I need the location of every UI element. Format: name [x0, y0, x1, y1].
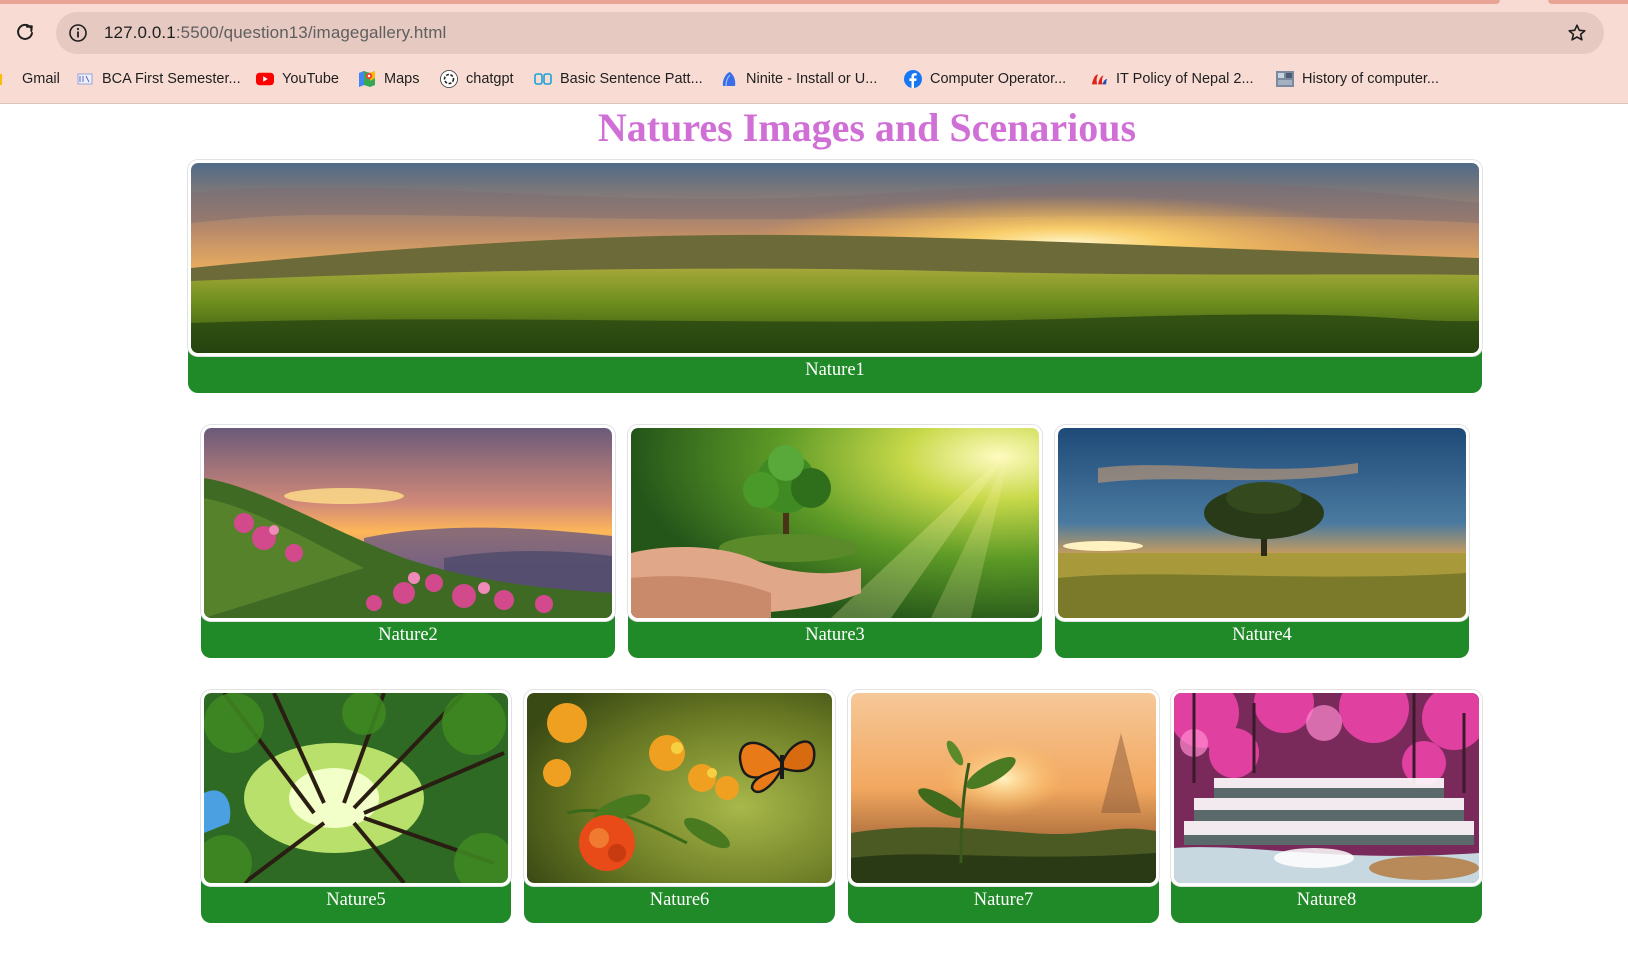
reload-icon[interactable]: [12, 19, 38, 45]
tea-sprout-sunset-image: [851, 693, 1156, 883]
bookmark-maps[interactable]: Maps: [358, 64, 419, 94]
bookmark-label: Computer Operator...: [930, 71, 1067, 87]
bookmark-label: Basic Sentence Patt...: [560, 71, 703, 87]
pink-forest-waterfall-image: [1174, 693, 1479, 883]
history-icon: [1276, 70, 1294, 88]
url-host: 127.0.0.1: [104, 23, 176, 42]
gallery-card-nature5[interactable]: Nature5: [201, 690, 511, 923]
address-bar[interactable]: 127.0.0.1:5500/question13/imagegallery.h…: [56, 12, 1604, 54]
chatgpt-icon: [440, 70, 458, 88]
it-policy-icon: [1090, 70, 1108, 88]
tree-in-hands-image: [631, 428, 1039, 618]
url-path: :5500/question13/imagegallery.html: [175, 23, 447, 42]
bookmark-label: YouTube: [282, 71, 339, 87]
bookmark-gmail[interactable]: Gmail: [0, 64, 60, 94]
bookmark-sentence[interactable]: Basic Sentence Patt...: [534, 64, 703, 94]
gallery-image[interactable]: [848, 690, 1159, 886]
page-title: Natures Images and Scenarious: [597, 105, 1137, 150]
tab-strip-edge-right: [1548, 0, 1628, 4]
ninite-icon: [720, 70, 738, 88]
bookmark-it-policy[interactable]: IT Policy of Nepal 2...: [1090, 64, 1254, 94]
mountain-flowers-sunset-image: [204, 428, 612, 618]
lone-tree-field-image: [1058, 428, 1466, 618]
browser-chrome: 127.0.0.1:5500/question13/imagegallery.h…: [0, 0, 1628, 104]
bookmark-star-icon[interactable]: [1566, 22, 1588, 44]
bookmark-computer-operator[interactable]: Computer Operator...: [904, 64, 1066, 94]
bookmark-bca[interactable]: BCA First Semester...: [76, 64, 241, 94]
maps-icon: [358, 70, 376, 88]
url-text[interactable]: 127.0.0.1:5500/question13/imagegallery.h…: [104, 23, 446, 43]
gmail-icon: [0, 70, 14, 88]
gallery-card-nature8[interactable]: Nature8: [1171, 690, 1482, 923]
gallery-image[interactable]: [201, 690, 511, 886]
gallery-card-nature2[interactable]: Nature2: [201, 425, 615, 658]
site-info-icon[interactable]: [66, 21, 90, 45]
gallery-card-nature7[interactable]: Nature7: [848, 690, 1159, 923]
bookmark-label: BCA First Semester...: [102, 71, 241, 87]
bookmark-label: IT Policy of Nepal 2...: [1116, 71, 1254, 87]
gallery-card-nature1[interactable]: Nature1: [188, 160, 1482, 393]
gallery-image[interactable]: [1055, 425, 1469, 621]
sunset-meadow-image: [191, 163, 1479, 353]
bookmark-label: Maps: [384, 71, 420, 87]
bookmark-label: Gmail: [22, 71, 60, 87]
gallery-image[interactable]: [201, 425, 615, 621]
bookmark-label: chatgpt: [466, 71, 514, 87]
youtube-icon: [256, 70, 274, 88]
butterfly-flowers-image: [527, 693, 832, 883]
gallery-image[interactable]: [524, 690, 835, 886]
gallery-image[interactable]: [628, 425, 1042, 621]
bookmark-history[interactable]: History of computer...: [1276, 64, 1439, 94]
gallery-image[interactable]: [188, 160, 1482, 356]
bookmark-chatgpt[interactable]: chatgpt: [440, 64, 514, 94]
sentence-icon: [534, 70, 552, 88]
bookmark-label: Ninite - Install or U...: [746, 71, 878, 87]
bookmark-ninite[interactable]: Ninite - Install or U...: [720, 64, 877, 94]
bookmark-label: History of computer...: [1302, 71, 1439, 87]
gallery-card-nature4[interactable]: Nature4: [1055, 425, 1469, 658]
gallery-card-nature3[interactable]: Nature3: [628, 425, 1042, 658]
bookmarks-bar: Gmail BCA First Semester... YouTube Maps…: [0, 64, 1628, 94]
bca-icon: [76, 70, 94, 88]
gallery-card-nature6[interactable]: Nature6: [524, 690, 835, 923]
gallery-image[interactable]: [1171, 690, 1482, 886]
facebook-icon: [904, 70, 922, 88]
tab-strip-edge: [0, 0, 1500, 4]
bookmark-youtube[interactable]: YouTube: [256, 64, 339, 94]
forest-canopy-image: [204, 693, 508, 883]
